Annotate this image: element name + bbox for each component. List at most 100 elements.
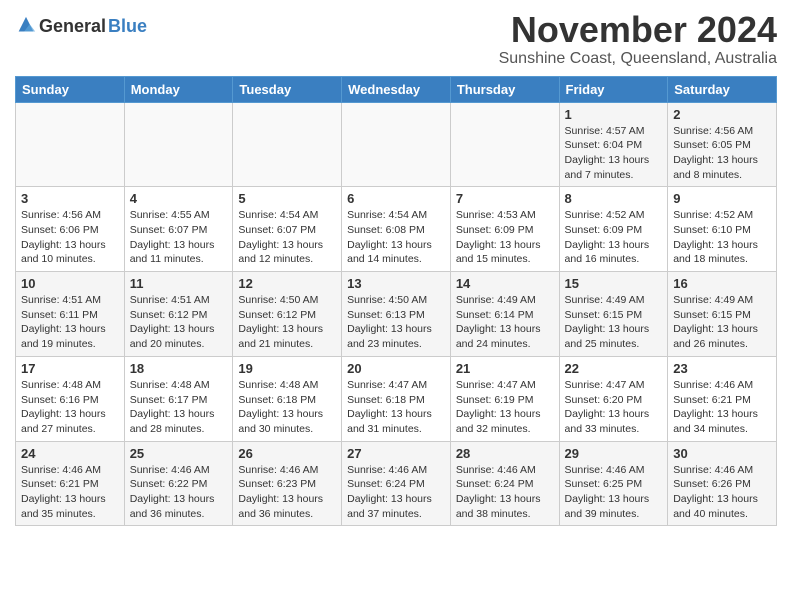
day-detail: Sunrise: 4:46 AMSunset: 6:25 PMDaylight:… bbox=[565, 463, 663, 522]
day-number: 16 bbox=[673, 276, 771, 291]
day-detail: Sunrise: 4:49 AMSunset: 6:15 PMDaylight:… bbox=[673, 293, 771, 352]
day-header-monday: Monday bbox=[124, 76, 233, 102]
day-number: 20 bbox=[347, 361, 445, 376]
day-number: 13 bbox=[347, 276, 445, 291]
calendar-cell: 22Sunrise: 4:47 AMSunset: 6:20 PMDayligh… bbox=[559, 356, 668, 441]
day-number: 6 bbox=[347, 191, 445, 206]
day-number: 10 bbox=[21, 276, 119, 291]
day-number: 1 bbox=[565, 107, 663, 122]
calendar-header-row: SundayMondayTuesdayWednesdayThursdayFrid… bbox=[16, 76, 777, 102]
page-header: GeneralBlue November 2024 Sunshine Coast… bbox=[15, 10, 777, 68]
calendar-cell: 13Sunrise: 4:50 AMSunset: 6:13 PMDayligh… bbox=[342, 272, 451, 357]
day-number: 22 bbox=[565, 361, 663, 376]
day-number: 11 bbox=[130, 276, 228, 291]
week-row-3: 10 Sunrise: 4:51 AMSunset: 6:11 PMDayligh… bbox=[16, 272, 777, 357]
calendar-cell bbox=[124, 102, 233, 187]
day-detail: Sunrise: 4:48 AMSunset: 6:16 PMDaylight:… bbox=[21, 378, 119, 437]
calendar-cell: 25 Sunrise: 4:46 AMSunset: 6:22 PMDayligh… bbox=[124, 441, 233, 526]
calendar-cell: 3 Sunrise: 4:56 AMSunset: 6:06 PMDaylight… bbox=[16, 187, 125, 272]
logo-blue-text: Blue bbox=[108, 16, 147, 37]
day-detail: Sunrise: 4:56 AMSunset: 6:06 PMDaylight:… bbox=[21, 208, 119, 267]
day-number: 28 bbox=[456, 446, 554, 461]
day-detail: Sunrise: 4:51 AMSunset: 6:12 PMDaylight:… bbox=[130, 293, 228, 352]
day-detail: Sunrise: 4:48 AMSunset: 6:17 PMDaylight:… bbox=[130, 378, 228, 437]
calendar-cell bbox=[16, 102, 125, 187]
calendar-cell: 5Sunrise: 4:54 AMSunset: 6:07 PMDaylight… bbox=[233, 187, 342, 272]
calendar-cell: 9Sunrise: 4:52 AMSunset: 6:10 PMDaylight… bbox=[668, 187, 777, 272]
day-number: 17 bbox=[21, 361, 119, 376]
day-detail: Sunrise: 4:53 AMSunset: 6:09 PMDaylight:… bbox=[456, 208, 554, 267]
day-detail: Sunrise: 4:46 AMSunset: 6:22 PMDaylight:… bbox=[130, 463, 228, 522]
week-row-4: 17 Sunrise: 4:48 AMSunset: 6:16 PMDayligh… bbox=[16, 356, 777, 441]
day-number: 24 bbox=[21, 446, 119, 461]
calendar-cell bbox=[233, 102, 342, 187]
calendar-cell: 18 Sunrise: 4:48 AMSunset: 6:17 PMDayligh… bbox=[124, 356, 233, 441]
day-detail: Sunrise: 4:47 AMSunset: 6:19 PMDaylight:… bbox=[456, 378, 554, 437]
day-number: 21 bbox=[456, 361, 554, 376]
day-number: 4 bbox=[130, 191, 228, 206]
day-detail: Sunrise: 4:46 AMSunset: 6:21 PMDaylight:… bbox=[673, 378, 771, 437]
calendar-cell: 16 Sunrise: 4:49 AMSunset: 6:15 PMDayligh… bbox=[668, 272, 777, 357]
calendar-cell: 15 Sunrise: 4:49 AMSunset: 6:15 PMDayligh… bbox=[559, 272, 668, 357]
day-detail: Sunrise: 4:57 AMSunset: 6:04 PMDaylight:… bbox=[565, 124, 663, 183]
day-header-sunday: Sunday bbox=[16, 76, 125, 102]
day-header-wednesday: Wednesday bbox=[342, 76, 451, 102]
week-row-1: 1 Sunrise: 4:57 AMSunset: 6:04 PMDaylight… bbox=[16, 102, 777, 187]
calendar-cell: 7 Sunrise: 4:53 AMSunset: 6:09 PMDaylight… bbox=[450, 187, 559, 272]
day-detail: Sunrise: 4:49 AMSunset: 6:14 PMDaylight:… bbox=[456, 293, 554, 352]
day-number: 15 bbox=[565, 276, 663, 291]
calendar-cell: 14Sunrise: 4:49 AMSunset: 6:14 PMDayligh… bbox=[450, 272, 559, 357]
calendar-cell: 23Sunrise: 4:46 AMSunset: 6:21 PMDayligh… bbox=[668, 356, 777, 441]
day-detail: Sunrise: 4:46 AMSunset: 6:24 PMDaylight:… bbox=[347, 463, 445, 522]
day-number: 25 bbox=[130, 446, 228, 461]
calendar-table: SundayMondayTuesdayWednesdayThursdayFrid… bbox=[15, 76, 777, 527]
week-row-5: 24 Sunrise: 4:46 AMSunset: 6:21 PMDayligh… bbox=[16, 441, 777, 526]
calendar-cell: 29 Sunrise: 4:46 AMSunset: 6:25 PMDayligh… bbox=[559, 441, 668, 526]
day-number: 7 bbox=[456, 191, 554, 206]
calendar-cell: 1 Sunrise: 4:57 AMSunset: 6:04 PMDaylight… bbox=[559, 102, 668, 187]
day-detail: Sunrise: 4:47 AMSunset: 6:18 PMDaylight:… bbox=[347, 378, 445, 437]
calendar-cell: 11 Sunrise: 4:51 AMSunset: 6:12 PMDayligh… bbox=[124, 272, 233, 357]
day-number: 29 bbox=[565, 446, 663, 461]
day-header-saturday: Saturday bbox=[668, 76, 777, 102]
day-number: 18 bbox=[130, 361, 228, 376]
calendar-cell: 2Sunrise: 4:56 AMSunset: 6:05 PMDaylight… bbox=[668, 102, 777, 187]
day-detail: Sunrise: 4:48 AMSunset: 6:18 PMDaylight:… bbox=[238, 378, 336, 437]
day-header-thursday: Thursday bbox=[450, 76, 559, 102]
day-header-friday: Friday bbox=[559, 76, 668, 102]
day-number: 3 bbox=[21, 191, 119, 206]
calendar-cell bbox=[342, 102, 451, 187]
calendar-cell: 12 Sunrise: 4:50 AMSunset: 6:12 PMDayligh… bbox=[233, 272, 342, 357]
day-detail: Sunrise: 4:51 AMSunset: 6:11 PMDaylight:… bbox=[21, 293, 119, 352]
calendar-cell: 28Sunrise: 4:46 AMSunset: 6:24 PMDayligh… bbox=[450, 441, 559, 526]
calendar-cell: 30 Sunrise: 4:46 AMSunset: 6:26 PMDayligh… bbox=[668, 441, 777, 526]
day-detail: Sunrise: 4:46 AMSunset: 6:21 PMDaylight:… bbox=[21, 463, 119, 522]
day-number: 9 bbox=[673, 191, 771, 206]
day-number: 5 bbox=[238, 191, 336, 206]
day-detail: Sunrise: 4:46 AMSunset: 6:26 PMDaylight:… bbox=[673, 463, 771, 522]
day-detail: Sunrise: 4:55 AMSunset: 6:07 PMDaylight:… bbox=[130, 208, 228, 267]
calendar-cell: 19Sunrise: 4:48 AMSunset: 6:18 PMDayligh… bbox=[233, 356, 342, 441]
calendar-cell: 24 Sunrise: 4:46 AMSunset: 6:21 PMDayligh… bbox=[16, 441, 125, 526]
calendar-cell: 21 Sunrise: 4:47 AMSunset: 6:19 PMDayligh… bbox=[450, 356, 559, 441]
day-header-tuesday: Tuesday bbox=[233, 76, 342, 102]
day-number: 26 bbox=[238, 446, 336, 461]
logo-general-text: General bbox=[39, 16, 106, 37]
day-number: 30 bbox=[673, 446, 771, 461]
logo-icon bbox=[15, 15, 37, 37]
day-number: 27 bbox=[347, 446, 445, 461]
calendar-cell bbox=[450, 102, 559, 187]
calendar-cell: 8Sunrise: 4:52 AMSunset: 6:09 PMDaylight… bbox=[559, 187, 668, 272]
day-detail: Sunrise: 4:49 AMSunset: 6:15 PMDaylight:… bbox=[565, 293, 663, 352]
day-detail: Sunrise: 4:52 AMSunset: 6:09 PMDaylight:… bbox=[565, 208, 663, 267]
calendar-cell: 4 Sunrise: 4:55 AMSunset: 6:07 PMDaylight… bbox=[124, 187, 233, 272]
day-detail: Sunrise: 4:54 AMSunset: 6:08 PMDaylight:… bbox=[347, 208, 445, 267]
calendar-cell: 17 Sunrise: 4:48 AMSunset: 6:16 PMDayligh… bbox=[16, 356, 125, 441]
calendar-cell: 27 Sunrise: 4:46 AMSunset: 6:24 PMDayligh… bbox=[342, 441, 451, 526]
day-number: 12 bbox=[238, 276, 336, 291]
calendar-cell: 6 Sunrise: 4:54 AMSunset: 6:08 PMDaylight… bbox=[342, 187, 451, 272]
day-detail: Sunrise: 4:50 AMSunset: 6:12 PMDaylight:… bbox=[238, 293, 336, 352]
title-area: November 2024 Sunshine Coast, Queensland… bbox=[499, 10, 777, 68]
day-number: 2 bbox=[673, 107, 771, 122]
week-row-2: 3 Sunrise: 4:56 AMSunset: 6:06 PMDaylight… bbox=[16, 187, 777, 272]
